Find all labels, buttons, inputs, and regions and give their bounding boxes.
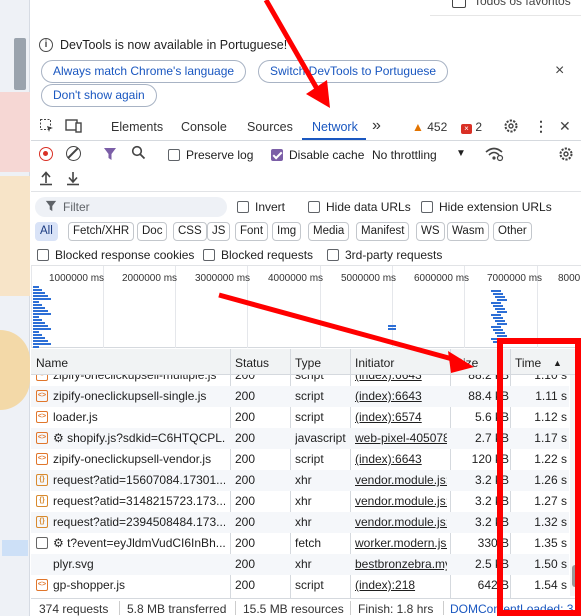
annotation-arrows	[218, 0, 474, 373]
annotation-arrow-to-network-tab	[263, 0, 330, 108]
annotation-arrow-to-time-column	[218, 292, 474, 373]
